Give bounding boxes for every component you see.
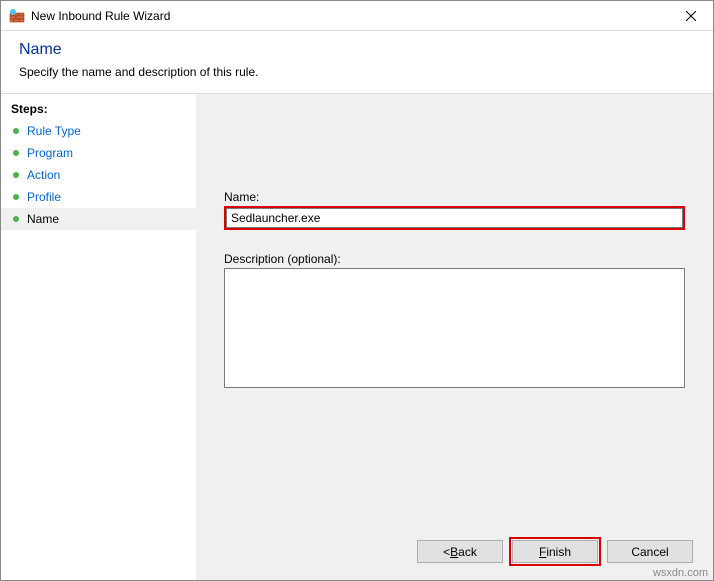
step-label: Name [27,212,59,226]
description-input[interactable] [224,268,685,388]
step-rule-type[interactable]: Rule Type [1,120,196,142]
window-title: New Inbound Rule Wizard [31,9,668,23]
wizard-header: Name Specify the name and description of… [1,31,713,93]
name-input[interactable] [226,208,683,228]
steps-heading: Steps: [1,100,196,120]
finish-button[interactable]: Finish [512,540,598,563]
step-label: Rule Type [27,124,81,138]
button-row: < Back Finish Cancel [417,537,693,566]
step-bullet-icon [13,216,19,222]
name-input-highlight [224,206,685,230]
step-bullet-icon [13,194,19,200]
step-bullet-icon [13,128,19,134]
step-label: Program [27,146,73,160]
page-title: Name [19,41,695,59]
description-label: Description (optional): [224,252,685,266]
steps-sidebar: Steps: Rule Type Program Action Profile … [1,94,196,580]
cancel-button[interactable]: Cancel [607,540,693,563]
back-button[interactable]: < Back [417,540,503,563]
watermark: wsxdn.com [653,567,708,579]
step-label: Action [27,168,60,182]
step-program[interactable]: Program [1,142,196,164]
close-button[interactable] [668,1,713,30]
step-label: Profile [27,190,61,204]
step-profile[interactable]: Profile [1,186,196,208]
step-bullet-icon [13,172,19,178]
content-panel: Name: Description (optional): < Back Fin… [196,94,713,580]
finish-button-highlight: Finish [509,537,601,566]
wizard-window: New Inbound Rule Wizard Name Specify the… [0,0,714,581]
step-bullet-icon [13,150,19,156]
wizard-body: Steps: Rule Type Program Action Profile … [1,93,713,580]
step-action[interactable]: Action [1,164,196,186]
page-subtitle: Specify the name and description of this… [19,65,695,79]
firewall-icon [9,8,25,24]
step-name[interactable]: Name [1,208,196,230]
titlebar: New Inbound Rule Wizard [1,1,713,31]
name-label: Name: [224,190,685,204]
close-icon [686,11,696,21]
